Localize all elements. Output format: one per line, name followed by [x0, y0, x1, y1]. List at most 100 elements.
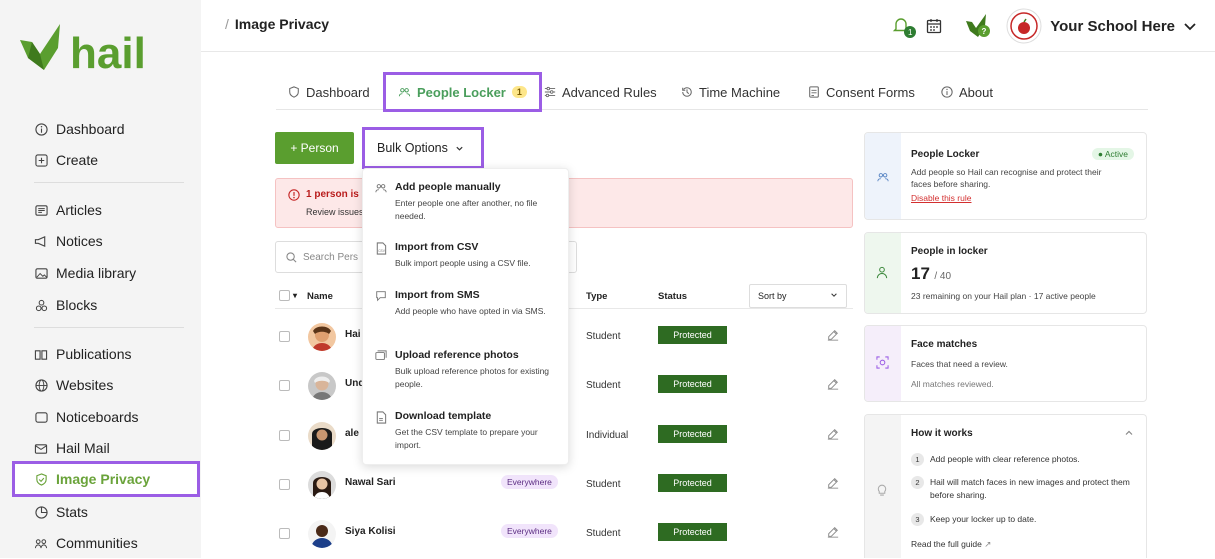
sidebar-item-label: Create [56, 152, 99, 168]
sidebar-item-publications[interactable]: Publications [12, 338, 200, 370]
divider [34, 327, 184, 328]
menu-item-upload-reference-photos[interactable]: Upload reference photos Bulk upload refe… [375, 349, 565, 393]
sidebar-item-hail-mail[interactable]: Hail Mail [12, 432, 200, 464]
sidebar-item-media-library[interactable]: Media library [12, 257, 200, 289]
sidebar-item-label: Websites [56, 377, 114, 393]
tab-consent-forms[interactable]: Consent Forms [808, 74, 915, 110]
tab-advanced-rules[interactable]: Advanced Rules [544, 74, 657, 110]
chevron-down-icon[interactable] [1183, 19, 1197, 33]
sidebar-item-label: Notices [56, 233, 103, 249]
menu-item-import-sms[interactable]: Import from SMS Add people who have opte… [375, 289, 565, 333]
menu-item-download-template[interactable]: Download template Get the CSV template t… [375, 410, 565, 454]
top-bar: / Image Privacy 1 ? Your School Here [201, 0, 1215, 52]
table-row[interactable]: Siya Kolisi Everywhere Student Protected [275, 509, 853, 558]
sidebar-item-articles[interactable]: Articles [12, 194, 200, 226]
sidebar-item-label: Communities [56, 535, 138, 551]
sidebar-item-dashboard[interactable]: Dashboard [12, 113, 200, 145]
person-name[interactable]: Nawal Sari [345, 477, 396, 488]
col-name[interactable]: Name [307, 291, 333, 302]
hail-help-icon[interactable]: ? [964, 13, 992, 39]
table-row[interactable]: Nawal Sari Everywhere Student Protected [275, 460, 853, 509]
add-person-button[interactable]: + Person [275, 132, 354, 164]
sidebar-item-notices[interactable]: Notices [12, 225, 200, 257]
col-type[interactable]: Type [586, 291, 607, 302]
menu-item-import-csv[interactable]: CSV Import from CSV Bulk import people u… [375, 241, 565, 271]
school-avatar[interactable] [1006, 8, 1042, 44]
col-status[interactable]: Status [658, 291, 687, 302]
row-checkbox[interactable] [279, 430, 290, 441]
menu-item-desc: Bulk import people using a CSV file. [395, 258, 531, 268]
person-type: Student [586, 380, 621, 391]
sidebar-item-label: Dashboard [56, 121, 125, 137]
csv-file-icon: CSV [375, 242, 387, 255]
tab-label: Dashboard [306, 84, 370, 100]
person-name[interactable]: Siya Kolisi [345, 526, 396, 537]
sidebar-item-websites[interactable]: Websites [12, 369, 200, 401]
avatar [308, 323, 336, 351]
edit-icon[interactable] [827, 526, 839, 538]
divider [34, 182, 184, 183]
sidebar-item-image-privacy[interactable]: Image Privacy [12, 461, 200, 497]
sidebar-item-label: Image Privacy [56, 471, 151, 487]
sidebar-item-create[interactable]: Create [12, 144, 200, 176]
status-badge: Protected [658, 474, 727, 492]
book-icon [34, 347, 48, 361]
info-icon [941, 86, 953, 98]
file-icon [375, 411, 387, 424]
sidebar-item-stats[interactable]: Stats [12, 496, 200, 528]
edit-icon[interactable] [827, 378, 839, 390]
school-name[interactable]: Your School Here [1050, 18, 1175, 35]
alert-title: 1 person is n [306, 189, 368, 200]
external-link-icon: ↗ [984, 539, 992, 549]
menu-item-desc: Enter people one after another, no file … [395, 198, 538, 221]
chevron-up-icon[interactable] [1124, 428, 1134, 438]
sidebar-item-blocks[interactable]: Blocks [12, 289, 200, 321]
sidebar-item-noticeboards[interactable]: Noticeboards [12, 401, 200, 433]
status-badge: ● Active [1091, 148, 1134, 160]
row-checkbox[interactable] [279, 528, 290, 539]
notification-count: 1 [904, 26, 917, 38]
people-icon [375, 182, 387, 194]
avatar [308, 422, 336, 450]
chat-icon [375, 290, 387, 302]
menu-item-title: Upload reference photos [395, 349, 519, 361]
scope-tag: Everywhere [501, 475, 558, 489]
sidebar-item-label: Noticeboards [56, 409, 139, 425]
edit-icon[interactable] [827, 428, 839, 440]
select-all-checkbox[interactable]: ▾ [279, 290, 297, 301]
row-checkbox[interactable] [279, 331, 290, 342]
page-title: Image Privacy [234, 16, 330, 32]
edit-icon[interactable] [827, 477, 839, 489]
menu-item-add-people-manually[interactable]: Add people manually Enter people one aft… [375, 181, 565, 225]
sort-select[interactable]: Sort by [749, 284, 847, 308]
chevron-down-icon [830, 291, 838, 299]
plus-square-icon [34, 153, 48, 167]
status-badge: Protected [658, 326, 727, 344]
people-icon [398, 86, 411, 98]
disable-rule-link[interactable]: Disable this rule [911, 192, 971, 204]
tab-people-locker[interactable]: People Locker 1 [383, 72, 542, 112]
tab-about[interactable]: About [941, 74, 993, 110]
sidebar: hail Dashboard Create Articles Notices M… [0, 0, 201, 558]
bulk-options-button[interactable]: Bulk Options [362, 127, 484, 169]
edit-icon[interactable] [827, 329, 839, 341]
tab-dashboard[interactable]: Dashboard [288, 74, 370, 110]
menu-item-desc: Bulk upload reference photos for existin… [395, 366, 550, 389]
globe-icon [34, 378, 48, 392]
row-checkbox[interactable] [279, 479, 290, 490]
alert-subtitle[interactable]: Review issues [306, 207, 364, 217]
sidebar-item-communities[interactable]: Communities [12, 527, 200, 559]
hail-logo[interactable]: hail [18, 20, 158, 72]
menu-item-title: Download template [395, 410, 492, 422]
card-note: All matches reviewed. [911, 379, 994, 389]
search-icon [286, 251, 297, 263]
tab-label: People Locker [417, 84, 506, 100]
calendar-icon[interactable] [926, 18, 942, 34]
notification-bell-icon[interactable]: 1 [892, 16, 917, 38]
communities-icon [34, 536, 48, 550]
tab-time-machine[interactable]: Time Machine [681, 74, 780, 110]
guide-link[interactable]: Read the full guide ↗ [911, 538, 991, 550]
card-desc: 23 remaining on your Hail plan · 17 acti… [911, 291, 1096, 301]
sidebar-item-label: Hail Mail [56, 440, 110, 456]
row-checkbox[interactable] [279, 380, 290, 391]
